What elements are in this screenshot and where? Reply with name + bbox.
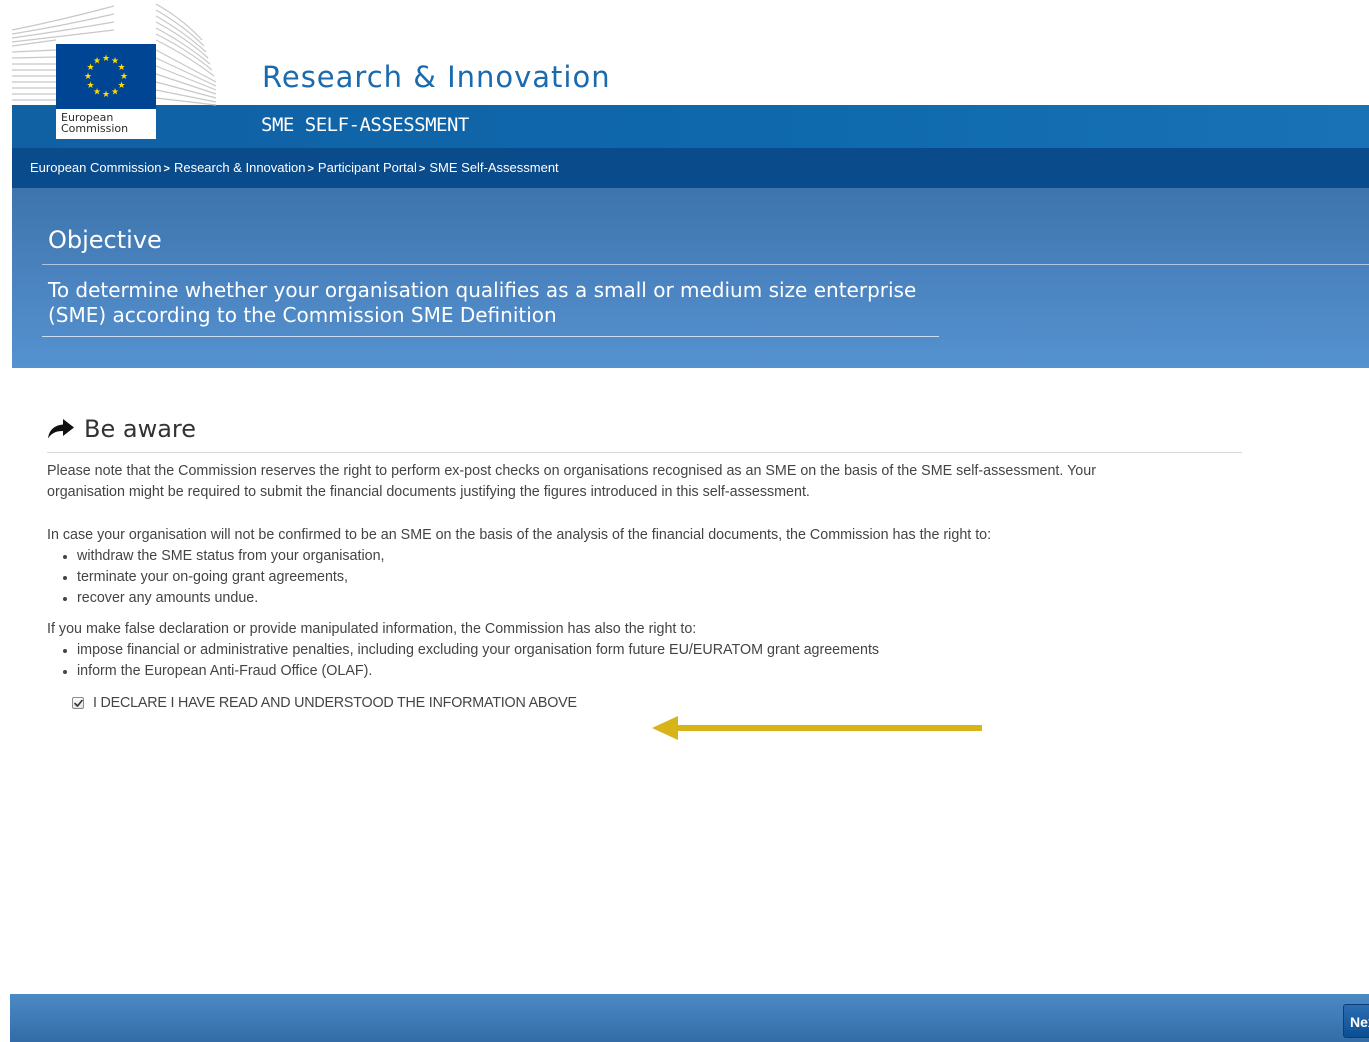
breadcrumb-link-european-commission[interactable]: European Commission [30,160,162,175]
objective-title: Objective [48,226,162,254]
list-item: terminate your on-going grant agreements… [59,567,1242,588]
divider [42,336,939,337]
consequences-list: withdraw the SME status from your organi… [47,546,1242,609]
ec-logo[interactable]: ★ ★ ★ ★ ★ ★ ★ ★ ★ ★ ★ ★ European Commiss… [12,0,222,148]
penalties-list: impose financial or administrative penal… [47,640,1242,682]
list-item: impose financial or administrative penal… [59,640,1242,661]
breadcrumb: European Commission > Research & Innovatio… [12,148,1369,188]
declaration-label[interactable]: I DECLARE I HAVE READ AND UNDERSTOOD THE… [93,695,577,711]
yellow-left-arrow-icon [652,716,982,740]
be-aware-heading: Be aware [47,413,1242,445]
divider [42,264,1369,265]
eu-flag-icon: ★ ★ ★ ★ ★ ★ ★ ★ ★ ★ ★ ★ [56,44,156,109]
objective-banner: Objective To determine whether your orga… [12,188,1369,368]
not-confirmed-paragraph: In case your organisation will not be co… [47,527,992,543]
ex-post-checks-paragraph: Please note that the Commission reserves… [47,463,1096,500]
breadcrumb-link-research-innovation[interactable]: Research & Innovation [174,160,306,175]
page: ★ ★ ★ ★ ★ ★ ★ ★ ★ ★ ★ ★ European Commiss… [0,0,1369,1042]
divider [47,452,1242,453]
svg-text:★: ★ [86,81,94,91]
list-item: withdraw the SME status from your organi… [59,546,1242,567]
check-icon [74,699,83,707]
svg-text:★: ★ [102,54,110,64]
breadcrumb-separator: > [307,163,314,175]
breadcrumb-link-participant-portal[interactable]: Participant Portal [318,160,417,175]
site-header: ★ ★ ★ ★ ★ ★ ★ ★ ★ ★ ★ ★ European Commiss… [0,0,1369,148]
footer-bar [10,994,1369,1042]
ec-wordmark-line2: Commission [61,122,129,135]
svg-text:★: ★ [111,88,119,98]
be-aware-title: Be aware [84,415,197,443]
svg-text:★: ★ [84,72,92,82]
declaration-checkbox[interactable] [72,697,84,709]
be-aware-section: Be aware Please note that the Commission… [47,413,1242,713]
breadcrumb-separator: > [163,163,170,175]
declaration-row[interactable]: I DECLARE I HAVE READ AND UNDERSTOOD THE… [47,693,1242,713]
breadcrumb-separator: > [418,163,426,175]
breadcrumb-link-sme-self-assessment[interactable]: SME Self-Assessment [429,160,558,175]
list-item: recover any amounts undue. [59,588,1242,609]
svg-text:★: ★ [102,90,110,100]
list-item: inform the European Anti-Fraud Office (O… [59,661,1242,682]
objective-text: To determine whether your organisation q… [48,278,917,327]
site-title[interactable]: Research & Innovation [262,60,611,94]
svg-text:★: ★ [93,57,101,67]
false-declaration-paragraph: If you make false declaration or provide… [47,621,697,637]
ec-wordmark: European Commission [56,109,156,139]
share-arrow-icon [48,419,74,439]
site-subtitle: SME SELF-ASSESSMENT [261,114,469,136]
next-button[interactable]: Next [1343,1004,1369,1038]
